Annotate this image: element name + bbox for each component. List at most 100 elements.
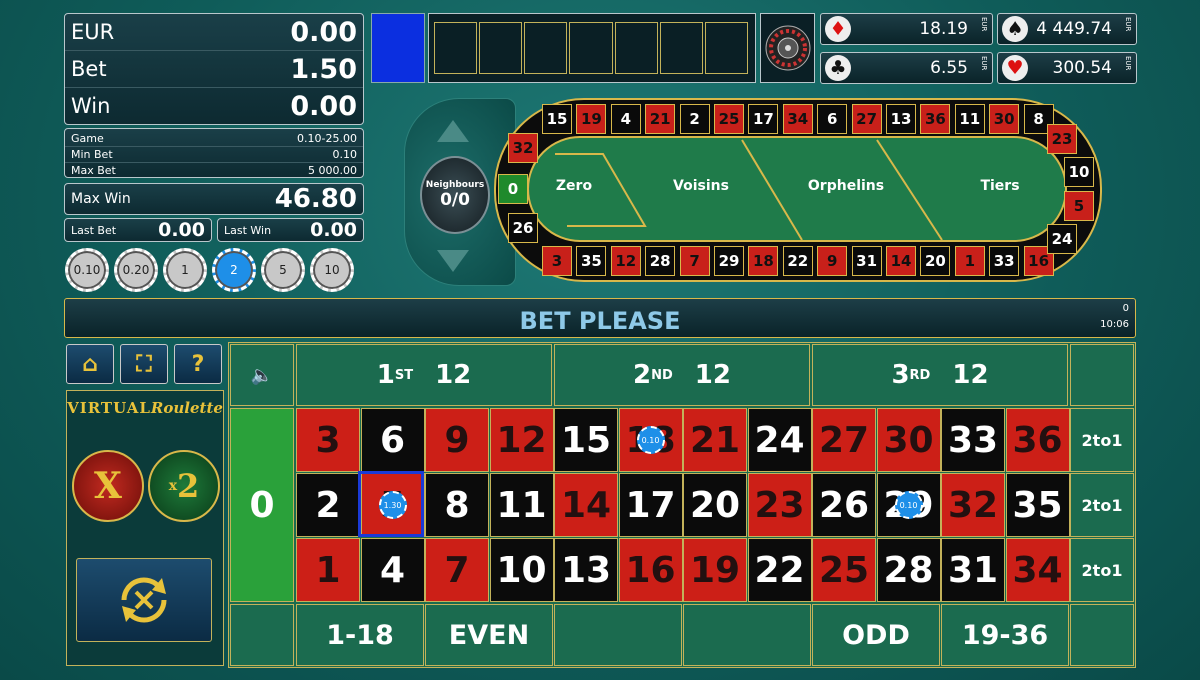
dozen-2[interactable]: 2 ND 12 [554,344,810,406]
table-number-9[interactable]: 9 [425,408,489,472]
outside-bet-4[interactable]: ODD [812,604,940,666]
track-number[interactable]: 13 [886,104,916,134]
track-number[interactable]: 17 [748,104,779,134]
track-number[interactable]: 27 [851,104,882,134]
chip-0[interactable]: 0.10 [65,248,109,292]
track-number[interactable]: 0 [498,174,528,204]
table-number-32[interactable]: 32 [941,473,1005,537]
column-bet-1[interactable]: 2to1 [1070,408,1134,472]
table-number-21[interactable]: 21 [683,408,747,472]
neighbours-down-arrow[interactable] [437,250,469,272]
wheel-icon[interactable] [760,13,815,83]
table-number-26[interactable]: 26 [812,473,876,537]
table-number-8[interactable]: 8 [425,473,489,537]
track-number[interactable]: 28 [645,246,676,276]
sound-toggle[interactable]: 🔈 [230,344,294,406]
table-number-36[interactable]: 36 [1005,408,1070,472]
track-number[interactable]: 31 [851,246,882,276]
table-number-16[interactable]: 16 [618,538,683,602]
track-number[interactable]: 29 [714,246,744,276]
red-bet[interactable] [554,604,682,666]
track-number[interactable]: 36 [920,104,951,134]
chip-1[interactable]: 0.20 [114,248,158,292]
dozen-3[interactable]: 3 RD 12 [812,344,1068,406]
table-number-30[interactable]: 30 [876,408,941,472]
placed-chip[interactable]: 0.10 [636,426,665,454]
track-number[interactable]: 26 [508,213,538,243]
table-number-33[interactable]: 33 [941,408,1005,472]
column-bet-2[interactable]: 2to1 [1070,473,1134,537]
track-number[interactable]: 4 [610,104,641,134]
chip-3[interactable]: 2 [212,248,256,292]
track-number[interactable]: 11 [954,104,985,134]
track-number[interactable]: 19 [576,104,607,134]
neighbours-button[interactable]: Neighbours 0/0 [420,156,490,234]
track-section-zero[interactable]: Zero [524,178,624,194]
table-number-28[interactable]: 28 [876,538,941,602]
chip-4[interactable]: 5 [261,248,305,292]
track-number[interactable]: 1 [954,246,985,276]
track-number[interactable]: 18 [748,246,779,276]
track-number[interactable]: 34 [782,104,813,134]
black-bet[interactable] [683,604,811,666]
track-number[interactable]: 25 [714,104,744,134]
table-number-31[interactable]: 31 [941,538,1005,602]
table-number-3[interactable]: 3 [296,408,360,472]
dozen-1[interactable]: 1 ST 12 [296,344,552,406]
table-number-27[interactable]: 27 [812,408,876,472]
track-section-tiers[interactable]: Tiers [950,178,1050,194]
track-number[interactable]: 24 [1047,224,1077,254]
track-number[interactable]: 32 [508,133,538,163]
column-bet-3[interactable]: 2to1 [1070,538,1134,602]
table-number-20[interactable]: 20 [683,473,747,537]
track-number[interactable]: 10 [1064,157,1094,187]
track-number[interactable]: 23 [1047,124,1077,154]
table-number-17[interactable]: 17 [618,473,683,537]
chip-5[interactable]: 10 [310,248,354,292]
track-number[interactable]: 2 [679,104,710,134]
track-number[interactable]: 6 [817,104,848,134]
fullscreen-button[interactable]: ⛶ [120,344,168,384]
neighbours-up-arrow[interactable] [437,120,469,142]
table-number-34[interactable]: 34 [1005,538,1070,602]
track-number[interactable]: 22 [782,246,813,276]
track-number[interactable]: 12 [610,246,641,276]
table-number-4[interactable]: 4 [360,538,425,602]
clear-bets-button[interactable]: X [72,450,144,522]
table-number-13[interactable]: 13 [554,538,618,602]
outside-bet-5[interactable]: 19-36 [941,604,1069,666]
table-number-10[interactable]: 10 [489,538,554,602]
placed-chip[interactable]: 0.10 [894,491,923,519]
track-number[interactable]: 9 [817,246,848,276]
zero-cell[interactable]: 0 [230,408,294,602]
track-number[interactable]: 35 [576,246,607,276]
track-number[interactable]: 33 [989,246,1020,276]
table-number-6[interactable]: 6 [360,408,425,472]
track-number[interactable]: 21 [645,104,676,134]
table-number-24[interactable]: 24 [747,408,812,472]
chip-2[interactable]: 1 [163,248,207,292]
table-number-7[interactable]: 7 [425,538,489,602]
table-number-14[interactable]: 14 [554,473,618,537]
track-number[interactable]: 14 [886,246,916,276]
home-button[interactable]: ⌂ [66,344,114,384]
track-number[interactable]: 30 [989,104,1020,134]
table-number-35[interactable]: 35 [1005,473,1070,537]
track-number[interactable]: 20 [920,246,951,276]
help-button[interactable]: ? [174,344,222,384]
track-number[interactable]: 3 [542,246,572,276]
table-number-23[interactable]: 23 [747,473,812,537]
table-number-25[interactable]: 25 [812,538,876,602]
double-bets-button[interactable]: x2 [148,450,220,522]
table-number-1[interactable]: 1 [296,538,360,602]
track-number[interactable]: 7 [679,246,710,276]
outside-bet-0[interactable]: 1-18 [296,604,424,666]
track-number[interactable]: 15 [542,104,572,134]
track-section-orphelins[interactable]: Orphelins [796,178,896,194]
track-section-voisins[interactable]: Voisins [651,178,751,194]
outside-bet-1[interactable]: EVEN [425,604,553,666]
rebet-button[interactable] [76,558,212,642]
table-number-2[interactable]: 2 [296,473,360,537]
table-number-12[interactable]: 12 [489,408,554,472]
table-number-19[interactable]: 19 [683,538,747,602]
